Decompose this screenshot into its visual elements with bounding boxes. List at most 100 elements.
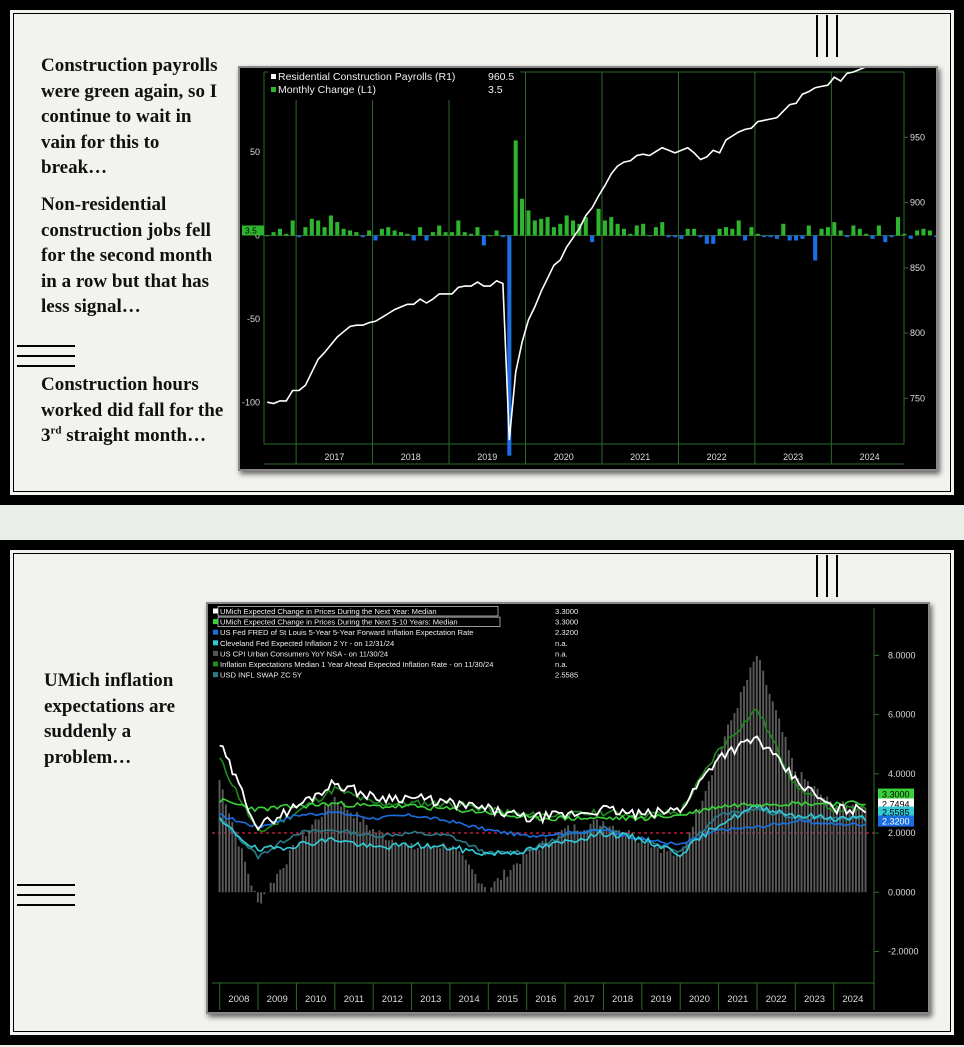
bar	[800, 235, 805, 239]
bar	[290, 220, 295, 236]
right-tick-label: 850	[910, 263, 925, 273]
bar	[711, 775, 713, 893]
bar	[714, 760, 717, 893]
bar	[292, 844, 295, 893]
bar	[650, 847, 653, 893]
bar	[567, 825, 570, 893]
bar	[752, 661, 755, 893]
bar	[609, 217, 614, 236]
bar	[480, 883, 483, 893]
bar	[462, 232, 467, 236]
note-hours: Construction hours worked did fall for t…	[41, 372, 226, 449]
x-tick-label: 2017	[324, 452, 344, 462]
legend-swatch	[213, 661, 218, 667]
bar	[794, 771, 797, 893]
x-tick-label: 2013	[420, 994, 441, 1005]
bar	[774, 235, 779, 239]
bar	[864, 233, 869, 236]
x-tick-label: 2022	[766, 994, 787, 1005]
x-tick-label: 2020	[554, 452, 574, 462]
bar	[624, 833, 627, 893]
plot-area	[263, 71, 905, 445]
bar	[698, 809, 701, 893]
bar	[526, 210, 531, 236]
bar	[528, 847, 531, 893]
bar	[410, 843, 413, 893]
x-tick-label: 2010	[305, 994, 326, 1005]
bar	[496, 877, 499, 893]
legend-label: USD INFL SWAP ZC 5Y	[220, 671, 302, 680]
bar	[347, 230, 353, 236]
bar	[628, 233, 633, 236]
x-tick-label: 2023	[804, 994, 825, 1005]
bar	[538, 849, 541, 893]
bar	[506, 876, 509, 893]
bar	[448, 847, 451, 893]
bar	[723, 227, 729, 236]
grid	[263, 71, 905, 465]
legend-label: Inflation Expectations Median 1 Year Ahe…	[220, 660, 493, 669]
bar	[554, 839, 557, 893]
bar	[481, 235, 486, 246]
bar	[411, 235, 416, 241]
chart-inflation-svg: 2008 2009 2010 2011 2012 2013 2014 2015 2016 2017…	[211, 606, 919, 1010]
bar	[915, 230, 920, 236]
bar	[464, 859, 467, 893]
bar	[596, 208, 601, 236]
x-tick-label: 2017	[574, 994, 595, 1005]
value-tag-label: 3.3000	[882, 790, 910, 800]
bar	[330, 804, 333, 893]
bar	[720, 746, 723, 893]
bar	[509, 870, 512, 893]
bar	[295, 848, 298, 893]
bar	[471, 869, 474, 893]
bar	[679, 235, 684, 239]
bar	[443, 232, 448, 236]
legend-swatch	[213, 619, 218, 625]
bar	[851, 225, 856, 236]
legend-value: 960.5	[488, 71, 514, 83]
bar	[354, 232, 359, 236]
bar	[304, 836, 307, 893]
bar	[602, 821, 605, 893]
bar	[455, 848, 458, 893]
legend-value: n.a.	[555, 660, 568, 669]
bar	[404, 842, 406, 893]
bar	[407, 844, 410, 893]
bar	[832, 222, 837, 236]
bar	[854, 809, 857, 893]
bar	[768, 235, 773, 238]
x-tick-label: 2011	[344, 994, 364, 1005]
bar	[279, 869, 282, 893]
legend-value: 3.5	[488, 84, 503, 96]
bar	[477, 883, 480, 893]
bar	[494, 230, 499, 236]
x-tick-label: 2023	[783, 452, 803, 462]
bar	[316, 220, 321, 236]
bar	[870, 235, 875, 239]
bar	[902, 233, 907, 236]
legend-swatch	[213, 629, 218, 635]
bar	[349, 812, 352, 893]
bar	[297, 235, 302, 238]
bar	[819, 228, 824, 236]
bar	[234, 831, 237, 893]
bar	[381, 832, 384, 893]
bar	[759, 660, 761, 893]
bar	[883, 235, 888, 243]
bar	[237, 846, 240, 893]
x-tick-label: 2021	[727, 994, 748, 1005]
bar	[634, 839, 637, 893]
x-tick-label: 2015	[497, 994, 518, 1005]
bar	[378, 830, 381, 893]
bar	[736, 220, 741, 236]
bar	[762, 670, 765, 893]
bar	[397, 846, 400, 893]
bar	[327, 805, 330, 893]
bar	[656, 847, 659, 893]
bar	[362, 817, 365, 893]
bar	[844, 235, 850, 238]
bar	[449, 232, 455, 236]
bar	[328, 215, 333, 236]
legend: Residential Construction Payrolls (R1) 96…	[268, 70, 520, 100]
